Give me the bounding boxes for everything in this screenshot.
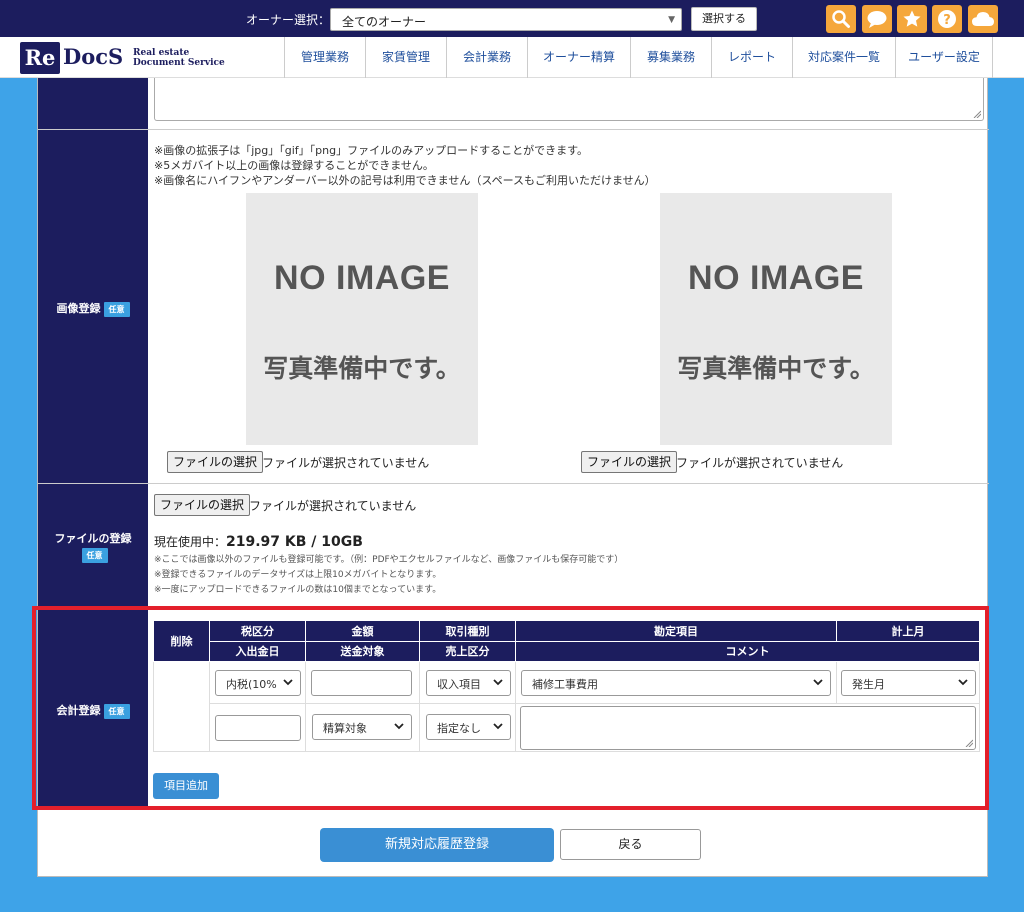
highlight-frame <box>32 606 989 810</box>
star-icon[interactable] <box>897 5 927 33</box>
owner-bar: オーナー選択： 全てのオーナー ▼ 選択する ? <box>0 0 1024 37</box>
file-registration-label: ファイルの登録 任意 <box>38 530 148 563</box>
nav-item-owner-settlement[interactable]: オーナー精算 <box>527 37 630 78</box>
image-note-1: ※画像の拡張子は「jpg」「gif」「png」ファイルのみアップロードすることが… <box>154 144 588 157</box>
storage-usage-value: 219.97 KB / 10GB <box>226 534 363 550</box>
dropdown-arrow-icon: ▼ <box>668 15 675 25</box>
image-placeholder-1: NO IMAGE 写真準備中です。 <box>246 193 478 445</box>
image-note-2: ※5メガバイト以上の画像は登録することができません。 <box>154 159 434 172</box>
nav-item-rent[interactable]: 家賃管理 <box>365 37 446 78</box>
register-history-button[interactable]: 新規対応履歴登録 <box>320 828 554 862</box>
image-registration-label: 画像登録 任意 <box>38 300 148 317</box>
nav-item-management[interactable]: 管理業務 <box>284 37 365 78</box>
image-placeholder-2: NO IMAGE 写真準備中です。 <box>660 193 892 445</box>
owner-select-button[interactable]: 選択する <box>691 7 757 31</box>
image-file-button-2[interactable]: ファイルの選択 <box>581 451 678 473</box>
nav-item-recruitment[interactable]: 募集業務 <box>630 37 711 78</box>
prev-textarea[interactable] <box>154 78 984 121</box>
help-icon[interactable]: ? <box>932 5 962 33</box>
logo-name: DocS <box>63 44 124 69</box>
redocs-logo[interactable]: Re DocS Real estate Document Service <box>20 42 250 74</box>
file-note-1: ※ここでは画像以外のファイルも登録可能です。（例：PDFやエクセルファイルなど、… <box>154 555 624 565</box>
resize-handle-icon[interactable] <box>973 110 981 118</box>
search-icon[interactable] <box>826 5 856 33</box>
storage-usage: 現在使用中：219.97 KB / 10GB <box>154 534 363 550</box>
image-note-3: ※画像名にハイフンやアンダーバー以外の記号は利用できません（スペースもご利用いた… <box>154 174 656 187</box>
image-file-status-1: ファイルが選択されていません <box>262 456 430 470</box>
image-registration-row: 画像登録 任意 ※画像の拡張子は「jpg」「gif」「png」ファイルのみアップロ… <box>38 130 989 484</box>
file-note-2: ※登録できるファイルのデータサイズは上限10メガバイトとなります。 <box>154 570 442 580</box>
nav-item-user-settings[interactable]: ユーザー設定 <box>895 37 993 78</box>
owner-select-label: オーナー選択： <box>246 13 331 27</box>
image-file-status-2: ファイルが選択されていません <box>676 456 844 470</box>
main-nav: Re DocS Real estate Document Service 管理業… <box>0 37 1024 78</box>
logo-subtitle: Real estate Document Service <box>133 48 225 68</box>
svg-text:?: ? <box>943 13 951 28</box>
back-button[interactable]: 戻る <box>560 829 701 860</box>
file-note-3: ※一度にアップロードできるファイルの数は10個までとなっています。 <box>154 585 442 595</box>
logo-mark: Re <box>20 42 60 74</box>
file-status: ファイルが選択されていません <box>249 499 417 513</box>
nav-item-report[interactable]: レポート <box>711 37 792 78</box>
optional-badge: 任意 <box>103 301 130 317</box>
prev-field-row <box>38 78 989 130</box>
file-select-button[interactable]: ファイルの選択 <box>154 494 251 516</box>
chat-icon[interactable] <box>862 5 892 33</box>
owner-select[interactable]: 全てのオーナー ▼ <box>330 8 682 31</box>
nav-item-accounting[interactable]: 会計業務 <box>446 37 527 78</box>
optional-badge: 任意 <box>81 548 108 563</box>
cloud-icon[interactable] <box>968 5 998 33</box>
nav-item-cases[interactable]: 対応案件一覧 <box>792 37 895 78</box>
owner-select-value: 全てのオーナー <box>342 15 427 29</box>
image-file-button-1[interactable]: ファイルの選択 <box>167 451 264 473</box>
